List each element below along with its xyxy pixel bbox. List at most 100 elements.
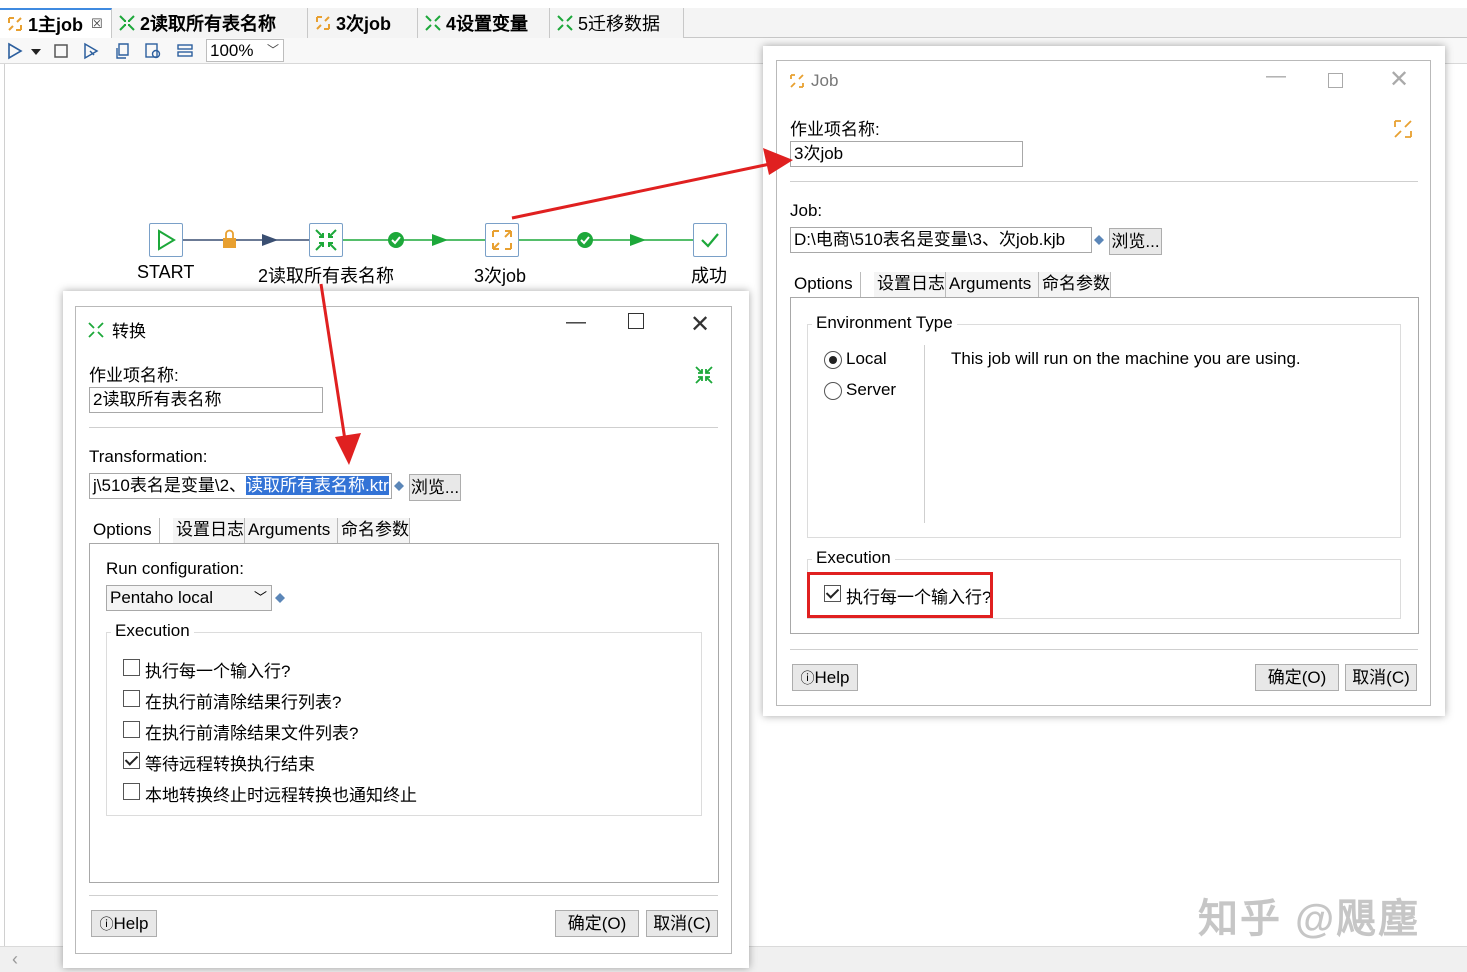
run-config-select[interactable]: Pentaho local ﹀ bbox=[106, 585, 272, 611]
success-check-icon bbox=[388, 232, 404, 248]
exec-each-row-checkbox[interactable] bbox=[123, 659, 140, 676]
node-label-transformation: 2读取所有表名称 bbox=[258, 266, 395, 286]
notify-remote-stop-checkbox[interactable] bbox=[123, 783, 140, 800]
annotation-highlight-box bbox=[807, 572, 993, 618]
start-node[interactable] bbox=[149, 223, 183, 257]
tab-options[interactable]: Options bbox=[791, 272, 861, 298]
help-label: Help bbox=[814, 668, 850, 687]
tab-named-parameters[interactable]: 命名参数 bbox=[1039, 272, 1111, 298]
transformation-icon bbox=[695, 366, 713, 384]
variable-diamond-icon[interactable] bbox=[275, 593, 285, 603]
lock-icon bbox=[223, 229, 236, 248]
play-icon bbox=[158, 229, 176, 251]
help-button[interactable]: ⓘHelp bbox=[91, 910, 157, 937]
entry-name-label: 作业项名称: bbox=[790, 120, 880, 139]
entry-name-label: 作业项名称: bbox=[89, 366, 179, 385]
transformation-icon bbox=[88, 321, 104, 338]
job-path-input[interactable]: D:\电商\510表名是变量\3、次job.kjb bbox=[790, 227, 1092, 253]
hop-arrow bbox=[262, 234, 278, 246]
transformation-icon bbox=[315, 229, 337, 251]
success-node[interactable] bbox=[693, 223, 727, 257]
variable-diamond-icon[interactable] bbox=[1094, 235, 1104, 245]
separator bbox=[790, 649, 1418, 650]
help-button[interactable]: ⓘHelp bbox=[792, 664, 858, 691]
maximize-button[interactable] bbox=[1328, 73, 1343, 88]
hop-arrow bbox=[630, 234, 646, 246]
job-node[interactable] bbox=[485, 223, 519, 257]
help-label: Help bbox=[113, 914, 149, 933]
dialog-title-text: Job bbox=[811, 71, 839, 90]
job-icon bbox=[1394, 120, 1412, 138]
chevron-down-icon: ﹀ bbox=[253, 590, 267, 605]
transformation-path-label: Transformation: bbox=[89, 447, 208, 466]
environment-type-group: Environment Type Local Server This job w… bbox=[807, 313, 1401, 538]
job-path-label: Job: bbox=[790, 201, 823, 220]
browse-button[interactable]: 浏览... bbox=[1109, 228, 1162, 255]
separator bbox=[924, 345, 925, 523]
entry-name-input[interactable]: 3次job bbox=[790, 141, 1023, 167]
dialog-title: 转换 bbox=[88, 317, 146, 342]
transformation-path-input[interactable]: j\510表名是变量\2、读取所有表名称.ktr bbox=[89, 473, 392, 499]
path-selection: 读取所有表名称.ktr bbox=[246, 476, 389, 495]
tab-named-parameters[interactable]: 命名参数 bbox=[338, 518, 410, 544]
server-radio-label: Server bbox=[846, 380, 897, 399]
maximize-button[interactable] bbox=[628, 313, 644, 329]
hop-arrow bbox=[432, 234, 448, 246]
close-button[interactable]: ✕ bbox=[690, 310, 710, 339]
wait-remote-checkbox[interactable] bbox=[123, 752, 140, 769]
success-check-icon bbox=[577, 232, 593, 248]
separator bbox=[89, 895, 718, 896]
cancel-button[interactable]: 取消(C) bbox=[646, 910, 718, 937]
separator bbox=[790, 181, 1418, 182]
dialog-tabs: Options 设置日志 Arguments 命名参数 bbox=[90, 518, 718, 544]
execution-label: Execution bbox=[812, 548, 895, 568]
clear-result-rows-label: 在执行前清除结果行列表? bbox=[145, 693, 342, 712]
node-label-success: 成功 bbox=[691, 266, 727, 286]
job-icon bbox=[790, 74, 804, 88]
path-prefix: \510表名是变量\2、 bbox=[96, 476, 247, 495]
tab-logging[interactable]: 设置日志 bbox=[173, 518, 245, 544]
tab-options[interactable]: Options bbox=[90, 518, 160, 544]
tab-logging[interactable]: 设置日志 bbox=[874, 272, 946, 298]
run-config-label: Run configuration: bbox=[106, 559, 244, 578]
separator bbox=[89, 427, 718, 428]
wait-remote-label: 等待远程转换执行结束 bbox=[145, 755, 315, 774]
help-icon: ⓘ bbox=[800, 670, 815, 686]
node-label-start: START bbox=[137, 262, 195, 282]
clear-result-files-label: 在执行前清除结果文件列表? bbox=[145, 724, 359, 743]
variable-diamond-icon[interactable] bbox=[394, 481, 404, 491]
dialog-title-text: 转换 bbox=[112, 322, 146, 341]
ok-button[interactable]: 确定(O) bbox=[1255, 664, 1339, 691]
ok-button[interactable]: 确定(O) bbox=[555, 910, 639, 937]
execution-group: Execution 执行每一个输入行? 在执行前清除结果行列表? 在执行前清除结… bbox=[106, 621, 702, 816]
minimize-button[interactable]: — bbox=[566, 311, 586, 334]
execution-label: Execution bbox=[111, 621, 194, 641]
node-label-job: 3次job bbox=[474, 266, 527, 286]
clear-result-rows-checkbox[interactable] bbox=[123, 690, 140, 707]
notify-remote-stop-label: 本地转换终止时远程转换也通知终止 bbox=[145, 786, 417, 805]
dialog-title: Job bbox=[789, 71, 838, 91]
job-icon bbox=[492, 230, 512, 250]
tab-arguments[interactable]: Arguments bbox=[946, 272, 1039, 298]
transformation-dialog: 转换 — ✕ 作业项名称: 2读取所有表名称 Transformation: j… bbox=[75, 306, 732, 954]
environment-description: This job will run on the machine you are… bbox=[951, 349, 1301, 368]
local-radio-label: Local bbox=[846, 349, 887, 368]
help-icon: ⓘ bbox=[99, 916, 114, 932]
dialog-tabs: Options 设置日志 Arguments 命名参数 bbox=[791, 272, 1418, 298]
entry-name-input[interactable]: 2读取所有表名称 bbox=[89, 387, 323, 413]
environment-type-label: Environment Type bbox=[812, 313, 957, 333]
browse-button[interactable]: 浏览... bbox=[409, 474, 461, 501]
cancel-button[interactable]: 取消(C) bbox=[1345, 664, 1417, 691]
server-radio[interactable] bbox=[824, 382, 842, 400]
minimize-button[interactable]: — bbox=[1266, 65, 1286, 88]
close-button[interactable]: ✕ bbox=[1389, 65, 1409, 94]
success-check-icon bbox=[701, 233, 719, 248]
watermark: 知乎 @飓塵 bbox=[1198, 897, 1421, 941]
transformation-node[interactable] bbox=[309, 223, 343, 257]
exec-each-row-label: 执行每一个输入行? bbox=[145, 662, 291, 681]
run-config-value: Pentaho local bbox=[110, 588, 214, 607]
clear-result-files-checkbox[interactable] bbox=[123, 721, 140, 738]
local-radio[interactable] bbox=[824, 351, 842, 369]
tab-arguments[interactable]: Arguments bbox=[245, 518, 338, 544]
options-tab-panel: Run configuration: Pentaho local ﹀ Execu… bbox=[89, 543, 719, 883]
